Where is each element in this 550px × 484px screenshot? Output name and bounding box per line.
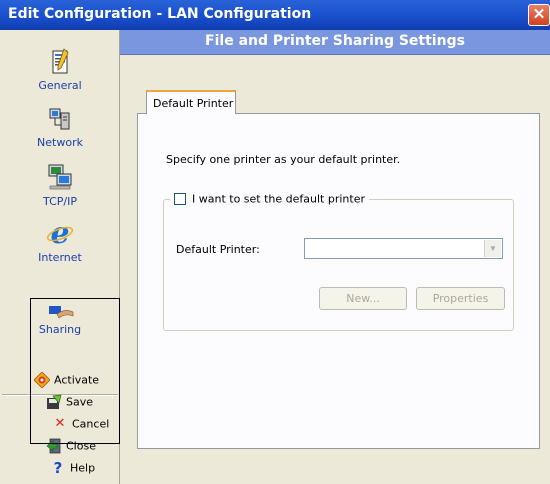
default-printer-select[interactable]: ▼ <box>304 238 503 259</box>
network-icon <box>49 108 70 130</box>
internet-explorer-icon: e <box>46 218 74 248</box>
title-bar[interactable]: Edit Configuration - LAN Configuration ✕ <box>0 0 550 30</box>
sidebar-item-tcpip[interactable]: TCP/IP <box>0 162 120 208</box>
help-label: Help <box>70 461 96 475</box>
svg-text:e: e <box>50 218 69 248</box>
edit-configuration-window: Edit Configuration - LAN Configuration ✕… <box>0 0 550 484</box>
sidebar-item-label: Internet <box>38 251 82 264</box>
printer-properties-button[interactable]: Properties <box>416 287 505 310</box>
close-icon[interactable]: ✕ <box>528 4 550 26</box>
tcpip-icon <box>48 164 72 190</box>
default-printer-prompt: Specify one printer as your default prin… <box>166 153 401 166</box>
sidebar-item-network[interactable]: Network <box>0 105 120 149</box>
sharing-focus-outline <box>30 298 120 444</box>
sidebar-item-label: General <box>38 79 82 92</box>
section-title: File and Printer Sharing Settings <box>205 33 465 49</box>
sidebar-item-general[interactable]: General <box>0 48 120 92</box>
tab-default-printer[interactable]: Default Printer <box>146 90 236 114</box>
sidebar-item-label: Network <box>37 136 83 149</box>
new-printer-button[interactable]: New... <box>319 287 407 310</box>
default-printer-groupbox <box>163 199 514 331</box>
general-icon <box>52 48 69 74</box>
chevron-down-icon[interactable]: ▼ <box>484 240 501 257</box>
checkbox-label: I want to set the default printer <box>192 192 365 206</box>
window-title: Edit Configuration - LAN Configuration <box>8 6 312 22</box>
sidebar-item-label: TCP/IP <box>43 195 77 208</box>
sidebar-item-internet[interactable]: e Internet <box>0 218 120 264</box>
default-printer-label: Default Printer: <box>176 243 260 256</box>
help-icon: ? <box>53 459 63 477</box>
section-header: File and Printer Sharing Settings <box>120 30 550 55</box>
help-button[interactable]: ? Help <box>50 460 95 478</box>
checkbox-box[interactable] <box>174 193 186 205</box>
set-default-printer-checkbox[interactable]: I want to set the default printer <box>170 192 369 208</box>
